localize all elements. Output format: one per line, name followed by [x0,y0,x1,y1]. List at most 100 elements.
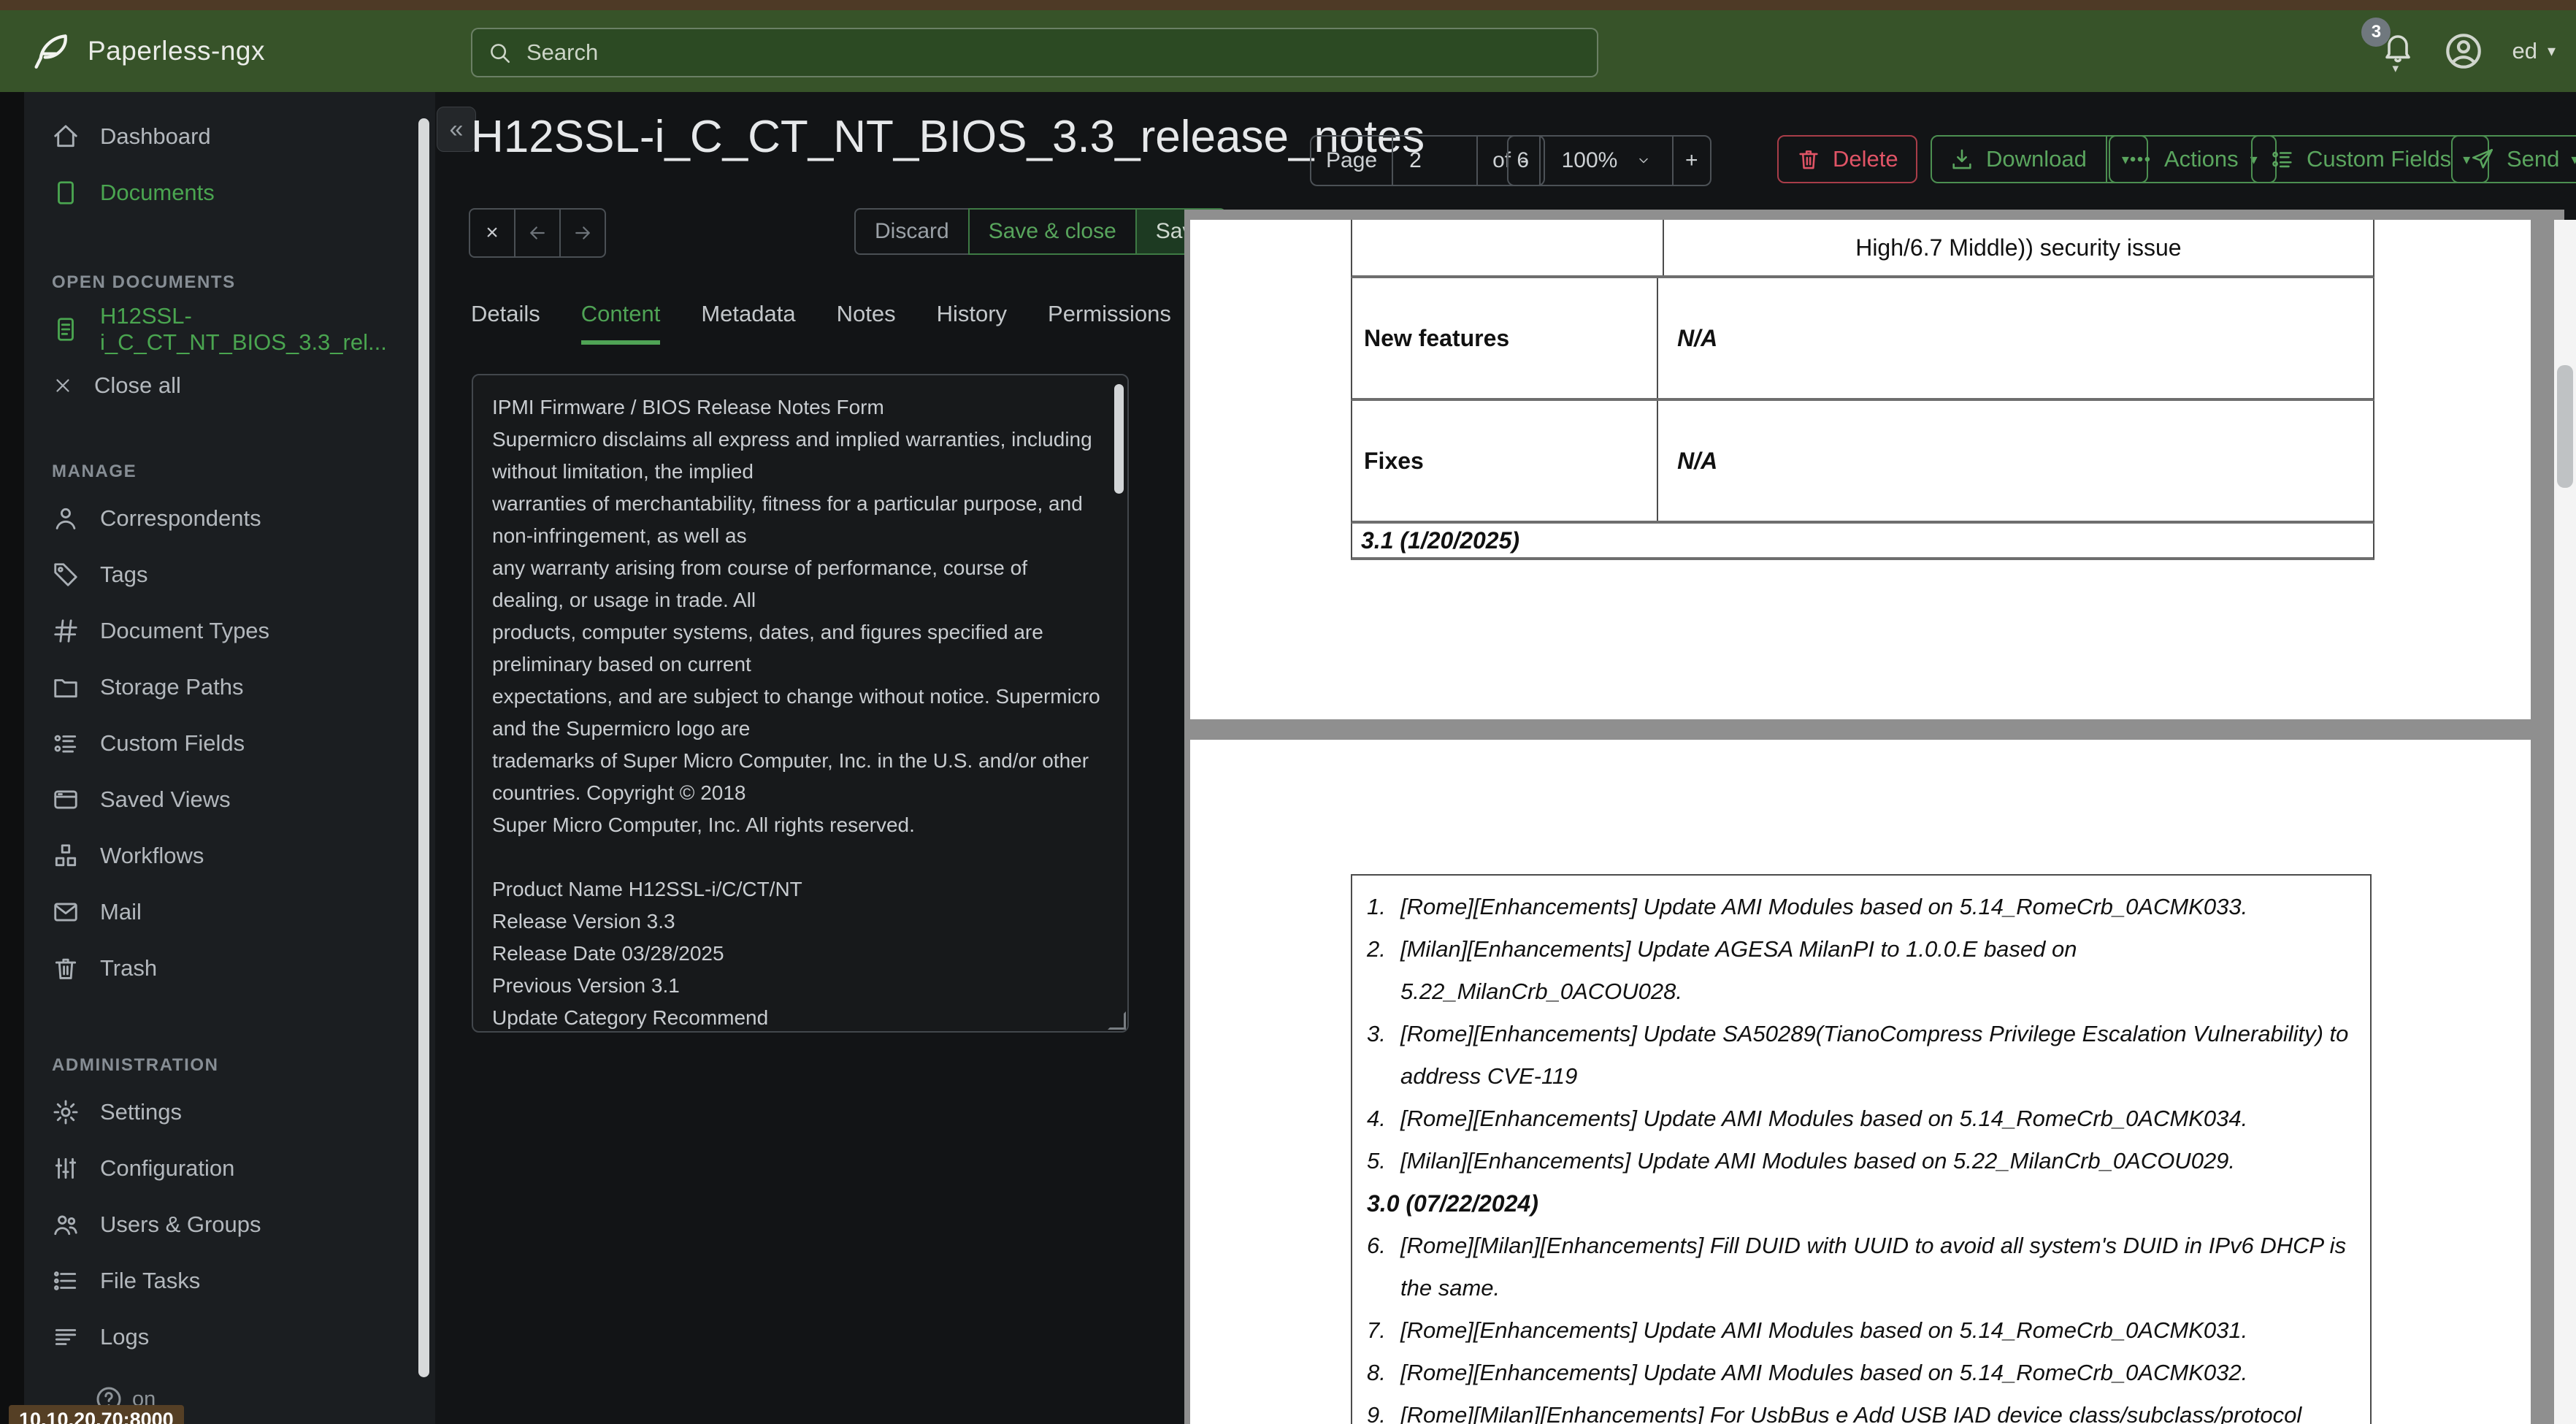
tab-label: History [936,301,1008,326]
pdf-list-row: 3. [Rome][Enhancements] Update SA50289(T… [1367,1013,2350,1098]
sidebar-item[interactable]: Users & Groups [24,1196,435,1252]
close-icon [52,375,74,397]
download-icon [1950,147,1974,172]
viewer-scrollbar-thumb[interactable] [2557,365,2573,488]
brand-name: Paperless-ngx [88,36,266,66]
sidebar-item[interactable]: Saved Views [24,771,435,827]
pdf-table: High/6.7 Middle)) security issue New fea… [1351,220,2374,560]
sidebar-item-icon [52,505,80,532]
sidebar-item[interactable]: File Tasks [24,1252,435,1309]
sidebar-item-label: Trash [100,954,158,981]
search-icon [487,40,512,65]
sidebar-manage-nav: Correspondents Tags Document Types Stora… [24,490,435,996]
close-all-label: Close all [94,372,181,398]
avatar-icon[interactable] [2443,31,2484,72]
next-document-button[interactable] [559,208,606,258]
sidebar-item-icon [52,898,80,926]
list-text: [Rome][Milan][Enhancements] Fill DUID wi… [1400,1233,2347,1301]
tab[interactable]: Permissions [1048,301,1171,345]
table-row: Fixes N/A [1351,401,2374,524]
pdf-table-body: New features N/A Fixes N/A [1351,278,2374,524]
sidebar-item[interactable]: Custom Fields [24,715,435,771]
sidebar-item[interactable]: Logs [24,1309,435,1365]
list-text: [Rome][Enhancements] Update SA50289(Tian… [1400,1021,2349,1089]
pdf-list-row: 7. [Rome][Enhancements] Update AMI Modul… [1367,1309,2350,1352]
list-text: [Rome][Enhancements] Update AMI Modules … [1400,894,2248,919]
sidebar-item[interactable]: Configuration [24,1140,435,1196]
sidebar-admin-nav: Settings Configuration Users & Groups Fi… [24,1084,435,1365]
viewer-scrollbar-track[interactable] [2554,220,2576,1424]
sidebar-item[interactable]: Correspondents [24,490,435,546]
textarea-scrollbar[interactable] [1114,384,1124,494]
ellipsis-icon [2128,147,2153,172]
arrow-left-icon [526,222,548,244]
sidebar-item-label: Users & Groups [100,1211,261,1237]
sidebar-item-label: Storage Paths [100,673,244,700]
tab[interactable]: Metadata [701,301,795,345]
sidebar-item[interactable]: Settings [24,1084,435,1140]
list-number: 9. [1367,1402,1386,1424]
notifications-button[interactable]: 3 ▾ [2361,18,2415,75]
tab[interactable]: Details [471,301,540,345]
sidebar-open-document[interactable]: H12SSL-i_C_CT_NT_BIOS_3.3_rel... [24,301,435,357]
zoom-level-select[interactable]: 100% [1539,137,1672,185]
sidebar-scrollbar[interactable] [418,118,429,1377]
delete-button[interactable]: Delete [1777,135,1917,183]
list-text: [Rome][Enhancements] Update AMI Modules … [1400,1106,2248,1131]
content-textarea[interactable]: IPMI Firmware / BIOS Release Notes Form … [472,374,1129,1033]
list-number: 3. [1367,1021,1386,1046]
search-input[interactable] [525,39,1550,66]
save-actions-group: Discard Save & close Save [854,208,1227,255]
sidebar-item-icon [52,673,80,701]
send-icon [2470,147,2495,172]
tab[interactable]: History [937,301,1007,345]
delete-label: Delete [1833,146,1898,172]
table-footer-row: 3.1 (1/20/2025) [1351,524,2374,560]
custom-fields-label: Custom Fields [2307,146,2452,172]
discard-button[interactable]: Discard [854,208,970,255]
zoom-in-button[interactable]: + [1672,137,1710,185]
tab-label: Content [580,301,661,326]
tab-label: Metadata [701,301,796,326]
close-document-button[interactable]: × [469,208,515,258]
zoom-out-button[interactable]: - [1509,137,1539,185]
sidebar-item-label: Saved Views [100,786,231,812]
sidebar-item[interactable]: Workflows [24,827,435,884]
sidebar-item-icon [52,730,80,757]
page-input[interactable] [1408,148,1463,174]
previous-document-button[interactable] [514,208,561,258]
tab[interactable]: Content [580,301,661,345]
pdf-list-row: 5. [Milan][Enhancements] Update AMI Modu… [1367,1140,2350,1182]
split-divider [2105,137,2107,182]
sidebar-item[interactable]: Trash [24,940,435,996]
sidebar-collapse-button[interactable]: « [437,107,476,152]
actions-label: Actions [2164,146,2239,172]
sidebar-close-all[interactable]: Close all [24,357,435,413]
sidebar-item[interactable]: Tags [24,546,435,602]
page-label: Page [1326,148,1378,172]
global-search[interactable] [471,28,1598,77]
administration-header: ADMINISTRATION [52,1055,219,1075]
tab[interactable]: Notes [837,301,896,345]
sidebar-item[interactable]: Dashboard [24,108,435,164]
sidebar-item[interactable]: Mail [24,884,435,940]
user-menu[interactable]: ed ▾ [2512,38,2556,64]
sidebar-item[interactable]: Storage Paths [24,659,435,715]
document-icon [52,315,80,343]
sidebar-item[interactable]: Document Types [24,602,435,659]
username: ed [2512,38,2537,64]
send-button[interactable]: Send ▾ [2451,135,2576,183]
list-number: 4. [1367,1106,1386,1131]
tab-label: Notes [836,301,896,326]
sidebar-item-label: Settings [100,1098,183,1125]
list-text: 3.0 (07/22/2024) [1367,1190,1538,1217]
open-documents-header: OPEN DOCUMENTS [52,272,236,292]
save-and-close-button[interactable]: Save & close [967,208,1137,255]
send-label: Send [2507,146,2560,172]
list-text: [Rome][Milan][Enhancements] For UsbBus e… [1400,1402,2302,1424]
status-url-tooltip: 10.10.20.70:8000 [9,1405,184,1424]
sidebar-item-label: Correspondents [100,505,261,531]
navbar-right-cluster: 3 ▾ ed ▾ [2361,18,2556,76]
sidebar-item[interactable]: Documents [24,164,435,221]
pdf-viewer: High/6.7 Middle)) security issue New fea… [1184,210,2576,1424]
